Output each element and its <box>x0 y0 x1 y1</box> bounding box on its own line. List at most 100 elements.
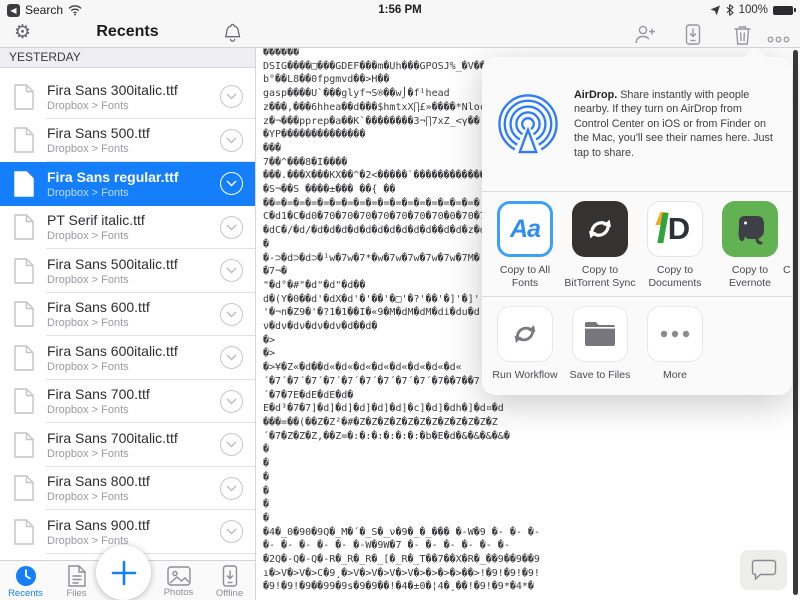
file-meta: Fira Sans regular.ttf Dropbox > Fonts <box>47 169 220 199</box>
add-contact-icon[interactable] <box>634 24 657 49</box>
action-save-to-files[interactable]: Save to Files <box>565 306 635 395</box>
file-row[interactable]: Fira Sans 600italic.ttf Dropbox > Fonts <box>0 336 255 380</box>
action-run-workflow[interactable]: Run Workflow <box>490 306 560 395</box>
files-document-icon <box>68 565 86 587</box>
photos-image-icon <box>167 566 191 586</box>
file-row[interactable]: PT Serif italic.ttf Dropbox > Fonts <box>0 206 255 250</box>
bluetooth-icon <box>726 4 734 16</box>
file-row[interactable]: Fira Sans 800.ttf Dropbox > Fonts <box>0 467 255 511</box>
file-row[interactable]: Fira Sans 500italic.ttf Dropbox > Fonts <box>0 249 255 293</box>
tab-recents[interactable]: Recents <box>0 561 51 600</box>
share-apps-row: Aa Copy to All Fonts Copy to BitTorrent … <box>482 192 792 297</box>
document-icon <box>14 301 34 327</box>
more-ellipsis-icon[interactable] <box>767 30 790 48</box>
airdrop-text: AirDrop. Share instantly with people nea… <box>574 88 778 161</box>
file-row[interactable]: Fira Sans 500.ttf Dropbox > Fonts <box>0 119 255 163</box>
save-to-files-folder-icon <box>572 306 628 362</box>
nav-bar: ⚙ Recents <box>0 20 800 48</box>
run-workflow-icon <box>497 306 553 362</box>
chevron-down-icon[interactable] <box>220 303 243 326</box>
chevron-down-icon[interactable] <box>220 346 243 369</box>
file-subtitle: Dropbox > Fonts <box>47 361 220 373</box>
file-subtitle: Dropbox > Fonts <box>47 187 220 199</box>
file-name: Fira Sans 300italic.ttf <box>47 82 220 98</box>
documents-app-icon: D <box>647 201 703 257</box>
speech-bubble-icon <box>751 559 777 581</box>
file-name: Fira Sans regular.ttf <box>47 169 220 185</box>
file-row[interactable]: Fira Sans regular.ttf Dropbox > Fonts <box>0 162 255 206</box>
section-header: YESTERDAY <box>0 48 255 68</box>
plus-icon <box>111 560 137 586</box>
file-name: PT Serif italic.ttf <box>47 212 220 228</box>
document-icon <box>14 388 34 414</box>
chevron-down-icon[interactable] <box>220 390 243 413</box>
all-fonts-app-icon: Aa <box>497 201 553 257</box>
file-subtitle: Dropbox > Fonts <box>47 535 220 547</box>
notifications-bell-icon[interactable] <box>222 23 243 50</box>
file-row[interactable]: Fira Sans 700.ttf Dropbox > Fonts <box>0 380 255 424</box>
file-name: Fira Sans 700italic.ttf <box>47 430 220 446</box>
sidebar: YESTERDAY Fira Sans 300italic.ttf Dropbo… <box>0 48 255 600</box>
chevron-down-icon[interactable] <box>220 216 243 239</box>
tab-photos[interactable]: Photos <box>153 561 204 600</box>
share-sheet-popover: AirDrop. Share instantly with people nea… <box>482 57 792 395</box>
location-icon <box>710 5 721 16</box>
file-meta: Fira Sans 700italic.ttf Dropbox > Fonts <box>47 430 220 460</box>
file-row[interactable]: Fira Sans 700italic.ttf Dropbox > Fonts <box>0 423 255 467</box>
tab-offline[interactable]: Offline <box>204 561 255 600</box>
document-icon <box>14 171 34 197</box>
feedback-bubble-button[interactable] <box>740 550 787 590</box>
chevron-down-icon[interactable] <box>220 477 243 500</box>
file-subtitle: Dropbox > Fonts <box>47 100 220 112</box>
document-icon <box>14 432 34 458</box>
chevron-down-icon[interactable] <box>220 520 243 543</box>
file-row[interactable]: Fira Sans 300italic.ttf Dropbox > Fonts <box>0 75 255 119</box>
save-to-device-icon[interactable] <box>682 24 704 50</box>
tab-files[interactable]: Files <box>51 561 102 600</box>
file-list[interactable]: Fira Sans 300italic.ttf Dropbox > Fonts … <box>0 68 255 597</box>
file-meta: Fira Sans 800.ttf Dropbox > Fonts <box>47 473 220 503</box>
scrollbar[interactable] <box>793 50 798 595</box>
file-name: Fira Sans 600italic.ttf <box>47 343 220 359</box>
file-row[interactable]: Fira Sans 600.ttf Dropbox > Fonts <box>0 293 255 337</box>
share-app-documents[interactable]: D Copy to Documents <box>640 201 710 296</box>
share-app-bittorrent-sync[interactable]: Copy to BitTorrent Sync <box>565 201 635 296</box>
file-meta: Fira Sans 700.ttf Dropbox > Fonts <box>47 386 220 416</box>
add-button[interactable] <box>96 545 151 600</box>
file-name: Fira Sans 900.ttf <box>47 517 220 533</box>
file-name: Fira Sans 500italic.ttf <box>47 256 220 272</box>
evernote-app-icon <box>722 201 778 257</box>
file-meta: Fira Sans 300italic.ttf Dropbox > Fonts <box>47 82 220 112</box>
file-name: Fira Sans 700.ttf <box>47 386 220 402</box>
documents-d-letter: D <box>668 211 690 247</box>
chevron-down-icon[interactable] <box>220 433 243 456</box>
document-icon <box>14 84 34 110</box>
chevron-down-icon[interactable] <box>220 259 243 282</box>
action-more[interactable]: More <box>640 306 710 395</box>
file-meta: Fira Sans 600italic.ttf Dropbox > Fonts <box>47 343 220 373</box>
chevron-down-icon[interactable] <box>220 129 243 152</box>
file-meta: Fira Sans 900.ttf Dropbox > Fonts <box>47 517 220 547</box>
status-time: 1:56 PM <box>0 4 800 16</box>
file-name: Fira Sans 800.ttf <box>47 473 220 489</box>
status-right: 100% <box>710 0 793 20</box>
share-app-evernote[interactable]: Copy to Evernote <box>715 201 785 296</box>
more-dots-icon <box>647 306 703 362</box>
airdrop-icon <box>498 94 558 154</box>
file-meta: PT Serif italic.ttf Dropbox > Fonts <box>47 212 220 242</box>
share-app-all-fonts[interactable]: Aa Copy to All Fonts <box>490 201 560 296</box>
airdrop-section[interactable]: AirDrop. Share instantly with people nea… <box>482 57 792 192</box>
recents-clock-icon <box>15 565 37 587</box>
status-bar: ◀ Search 1:56 PM 100% <box>0 0 800 20</box>
chevron-down-icon[interactable] <box>220 85 243 108</box>
trash-icon[interactable] <box>732 24 753 50</box>
file-name: Fira Sans 600.ttf <box>47 299 220 315</box>
battery-icon <box>773 6 793 15</box>
sidebar-title: Recents <box>0 23 255 41</box>
file-subtitle: Dropbox > Fonts <box>47 317 220 329</box>
file-subtitle: Dropbox > Fonts <box>47 404 220 416</box>
document-icon <box>14 519 34 545</box>
battery-percent: 100% <box>739 4 768 16</box>
file-subtitle: Dropbox > Fonts <box>47 448 220 460</box>
chevron-down-icon[interactable] <box>220 172 243 195</box>
